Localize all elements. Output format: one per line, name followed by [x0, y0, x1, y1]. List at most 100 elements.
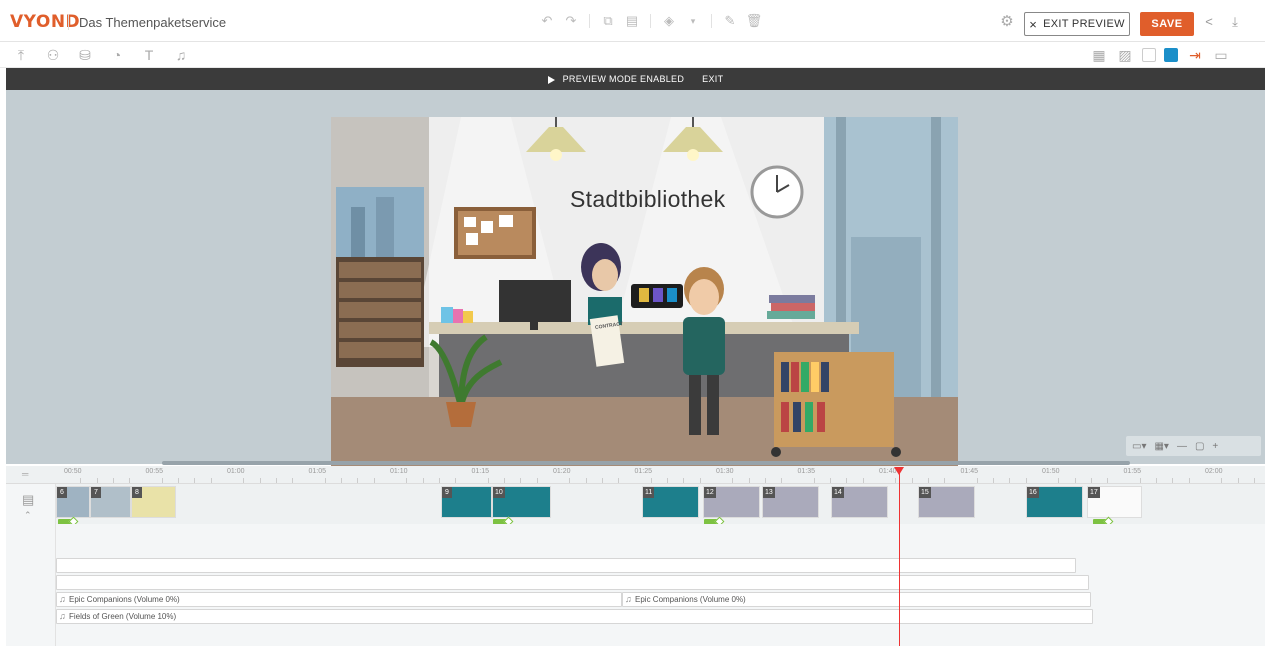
undo-icon[interactable]: ↶ [538, 12, 556, 30]
chevron-up-icon[interactable]: ⌃ [24, 510, 32, 521]
character-icon[interactable]: ⚇ [44, 46, 62, 64]
ruler-tick-mark [895, 478, 897, 483]
ruler-tick-mark [259, 478, 261, 483]
play-icon [547, 75, 555, 84]
zoom-out-icon[interactable]: — [1177, 441, 1187, 452]
scene-thumbnail[interactable]: 16 [1026, 486, 1083, 518]
ruler-collapse-icon[interactable]: ═ [22, 469, 28, 479]
magic-wand-icon[interactable]: ✎ [721, 12, 739, 30]
scene-thumbnail[interactable]: 9 [441, 486, 492, 518]
ruler-tick-mark [1156, 478, 1158, 483]
blank-track[interactable] [56, 558, 1076, 573]
paste-icon[interactable]: ▤ [623, 12, 641, 30]
scene-thumbnail[interactable]: 17 [1087, 486, 1142, 518]
preview-mode-bar: PREVIEW MODE ENABLED EXIT [6, 68, 1265, 90]
playhead[interactable] [899, 470, 900, 646]
vyond-logo[interactable]: VYOND [10, 12, 80, 32]
toolbar-separator [711, 14, 712, 28]
scene-thumbnail[interactable]: 10 [492, 486, 551, 518]
text-icon[interactable]: T [140, 46, 158, 64]
close-icon: × [1029, 16, 1038, 32]
ruler-tick-mark [813, 478, 815, 483]
ruler-tick-mark [1221, 478, 1223, 483]
trash-icon[interactable]: 🗑 [745, 12, 763, 30]
timeline-side-panel: ▤ ⌃ [6, 484, 56, 646]
preview-exit-link[interactable]: EXIT [702, 74, 723, 84]
scene-number: 15 [919, 487, 931, 498]
scene-thumbnail[interactable]: 7 [90, 486, 131, 518]
ruler-tick-mark [1025, 478, 1027, 483]
ruler-tick-mark [504, 478, 506, 483]
zoom-in-icon[interactable]: + [1212, 441, 1218, 452]
ruler-tick-mark [764, 478, 766, 483]
stage-zoom-controls: ▭▾ ▦▾ — ▢ + [1126, 436, 1261, 456]
ruler-tick-mark [1188, 478, 1190, 483]
exit-preview-button[interactable]: × EXIT PREVIEW [1024, 12, 1130, 36]
save-button[interactable]: SAVE [1140, 12, 1194, 36]
scene-number: 17 [1088, 487, 1100, 498]
audio-track-label: Fields of Green (Volume 10%) [69, 612, 177, 621]
ruler-tick-mark [487, 478, 489, 483]
share-icon[interactable]: < [1200, 14, 1218, 32]
scene-thumbnail[interactable]: 11 [642, 486, 699, 518]
ruler-tick-mark [650, 478, 652, 483]
library-scene-illustration [331, 117, 958, 467]
music-icon[interactable]: ♫ [172, 46, 190, 64]
scene-number: 11 [643, 487, 655, 498]
upload-icon[interactable]: ⤒ [12, 46, 30, 64]
background-color-swatch[interactable] [1142, 48, 1156, 62]
chart-icon[interactable]: ◔ [108, 46, 126, 64]
redo-icon[interactable]: ↷ [562, 12, 580, 30]
audio-track[interactable]: ♫ Epic Companions (Volume 0%) [56, 592, 622, 607]
copy-icon[interactable]: ⧉ [599, 12, 617, 30]
ruler-tick-mark [1253, 478, 1255, 483]
playhead-handle[interactable] [894, 467, 904, 475]
timeline-ruler[interactable]: ═ 00:50 00:55 01:00 01:05 01:10 01:15 01:20 01:… [6, 466, 1265, 484]
ruler-tick-label: 01:45 [960, 468, 979, 475]
project-title[interactable]: Das Themenpaketservice [79, 15, 226, 30]
chevron-down-icon[interactable]: ▾ [684, 12, 702, 30]
accent-color-swatch[interactable] [1164, 48, 1178, 62]
scene-number: 16 [1027, 487, 1039, 498]
scene-number: 14 [832, 487, 844, 498]
enter-icon[interactable]: ⇥ [1186, 46, 1204, 64]
props-icon[interactable]: ⛁ [76, 46, 94, 64]
ruler-tick-mark [569, 478, 571, 483]
ruler-tick-mark [585, 478, 587, 483]
stage-horizontal-scrollbar[interactable] [162, 461, 1130, 465]
audio-track-area: ♫ Epic Companions (Volume 0%) ♫ Epic Com… [56, 524, 1265, 646]
grid-icon[interactable]: ▦▾ [1154, 441, 1168, 452]
scene-thumbnail[interactable]: 13 [762, 486, 819, 518]
ruler-tick-mark [324, 478, 326, 483]
ruler-tick-mark [243, 478, 245, 483]
fit-screen-icon[interactable]: ▭▾ [1132, 441, 1146, 452]
layers-icon[interactable]: ◈ [660, 12, 678, 30]
blank-track[interactable] [56, 575, 1089, 590]
ruler-tick-mark [520, 478, 522, 483]
scene-number: 9 [442, 487, 452, 498]
layout-icon[interactable]: ▦ [1090, 46, 1108, 64]
zoom-fit-icon[interactable]: ▢ [1195, 441, 1204, 452]
film-strip-icon[interactable]: ▤ [22, 492, 34, 508]
scene-number: 8 [132, 487, 142, 498]
scene-thumbnail[interactable]: 6 [56, 486, 90, 518]
scene-canvas[interactable]: Stadtbibliothek CONTRACT [331, 117, 958, 467]
exit-preview-label: EXIT PREVIEW [1043, 18, 1125, 30]
ruler-tick-label: 01:20 [553, 468, 571, 475]
settings-gear-icon[interactable]: ⚙ [998, 12, 1016, 30]
ruler-tick-mark [112, 478, 114, 483]
ruler-tick-mark [422, 478, 424, 483]
camera-icon[interactable]: ▭ [1212, 46, 1230, 64]
ruler-tick-label: 00:50 [64, 468, 82, 475]
scene-thumbnail[interactable]: 8 [131, 486, 176, 518]
ruler-tick-mark [976, 478, 978, 483]
scene-thumbnail[interactable]: 14 [831, 486, 888, 518]
scene-thumbnail[interactable]: 15 [918, 486, 975, 518]
scene-thumbnail[interactable]: 12 [703, 486, 760, 518]
preview-mode-message: PREVIEW MODE ENABLED [547, 74, 685, 84]
download-icon[interactable]: ⤓ [1226, 14, 1244, 32]
image-icon[interactable]: ▨ [1116, 46, 1134, 64]
audio-track[interactable]: ♫ Epic Companions (Volume 0%) [622, 592, 1091, 607]
ruler-tick-mark [536, 478, 538, 483]
audio-track[interactable]: ♫ Fields of Green (Volume 10%) [56, 609, 1093, 624]
